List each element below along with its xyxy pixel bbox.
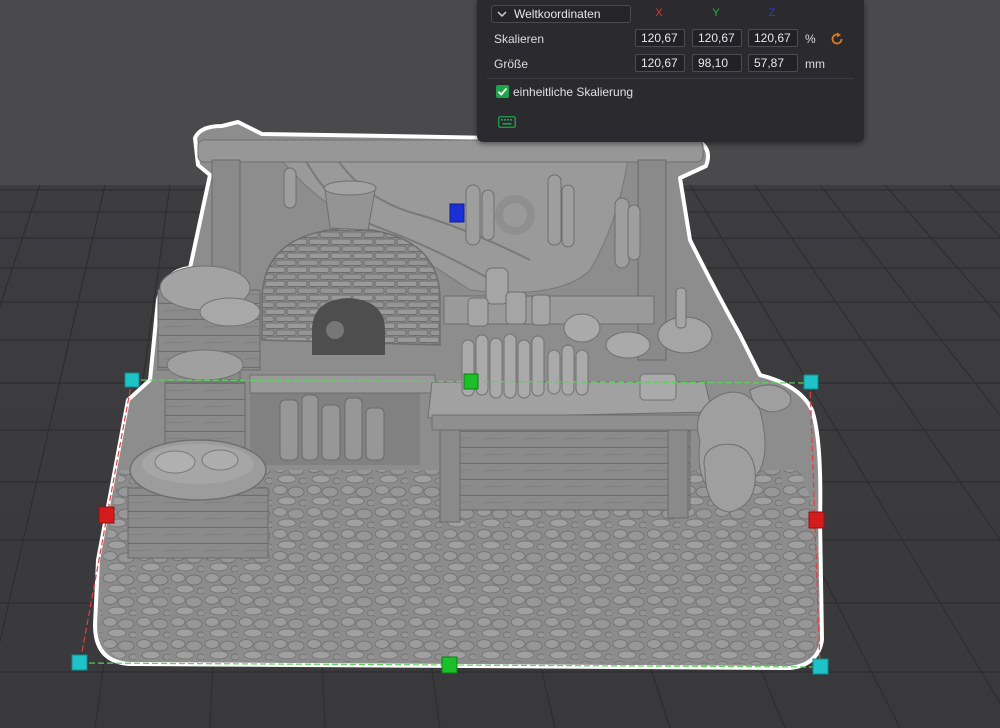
coordinate-system-label: Weltkoordinaten (514, 7, 601, 21)
size-row-label: Größe (494, 57, 529, 71)
scale-y-input[interactable] (692, 29, 742, 47)
size-z-input[interactable] (748, 54, 798, 72)
uniform-scaling-checkbox[interactable] (496, 85, 509, 98)
uniform-scaling-label: einheitliche Skalierung (513, 85, 634, 99)
size-x-input[interactable] (635, 54, 685, 72)
corner-handle-back-right[interactable] (803, 374, 819, 390)
corner-handle-front-right[interactable] (812, 658, 829, 675)
scale-z-input[interactable] (748, 29, 798, 47)
scale-panel: Weltkoordinaten X Y Z Skalieren % Größe … (477, 0, 864, 142)
coordinate-system-dropdown[interactable]: Weltkoordinaten (491, 5, 631, 23)
checkmark-icon (497, 87, 508, 96)
scale-row-label: Skalieren (494, 32, 545, 46)
axis-label-x: X (655, 7, 663, 19)
reset-scale-icon[interactable] (830, 32, 844, 46)
size-y-input[interactable] (692, 54, 742, 72)
panel-divider (487, 78, 854, 79)
size-unit: mm (805, 57, 825, 71)
y-axis-handle-front[interactable] (441, 656, 458, 674)
x-axis-handle-right[interactable] (808, 511, 825, 529)
z-axis-handle-top[interactable] (449, 203, 465, 223)
axis-label-y: Y (712, 7, 720, 19)
x-axis-handle-left[interactable] (98, 506, 115, 524)
y-axis-handle-back[interactable] (463, 373, 479, 390)
corner-handle-front-left[interactable] (71, 654, 88, 671)
scale-unit: % (805, 32, 816, 46)
corner-handle-back-left[interactable] (124, 372, 140, 388)
scale-x-input[interactable] (635, 29, 685, 47)
keyboard-icon[interactable] (498, 116, 516, 128)
chevron-down-icon (497, 11, 507, 18)
axis-label-z: Z (768, 7, 776, 19)
